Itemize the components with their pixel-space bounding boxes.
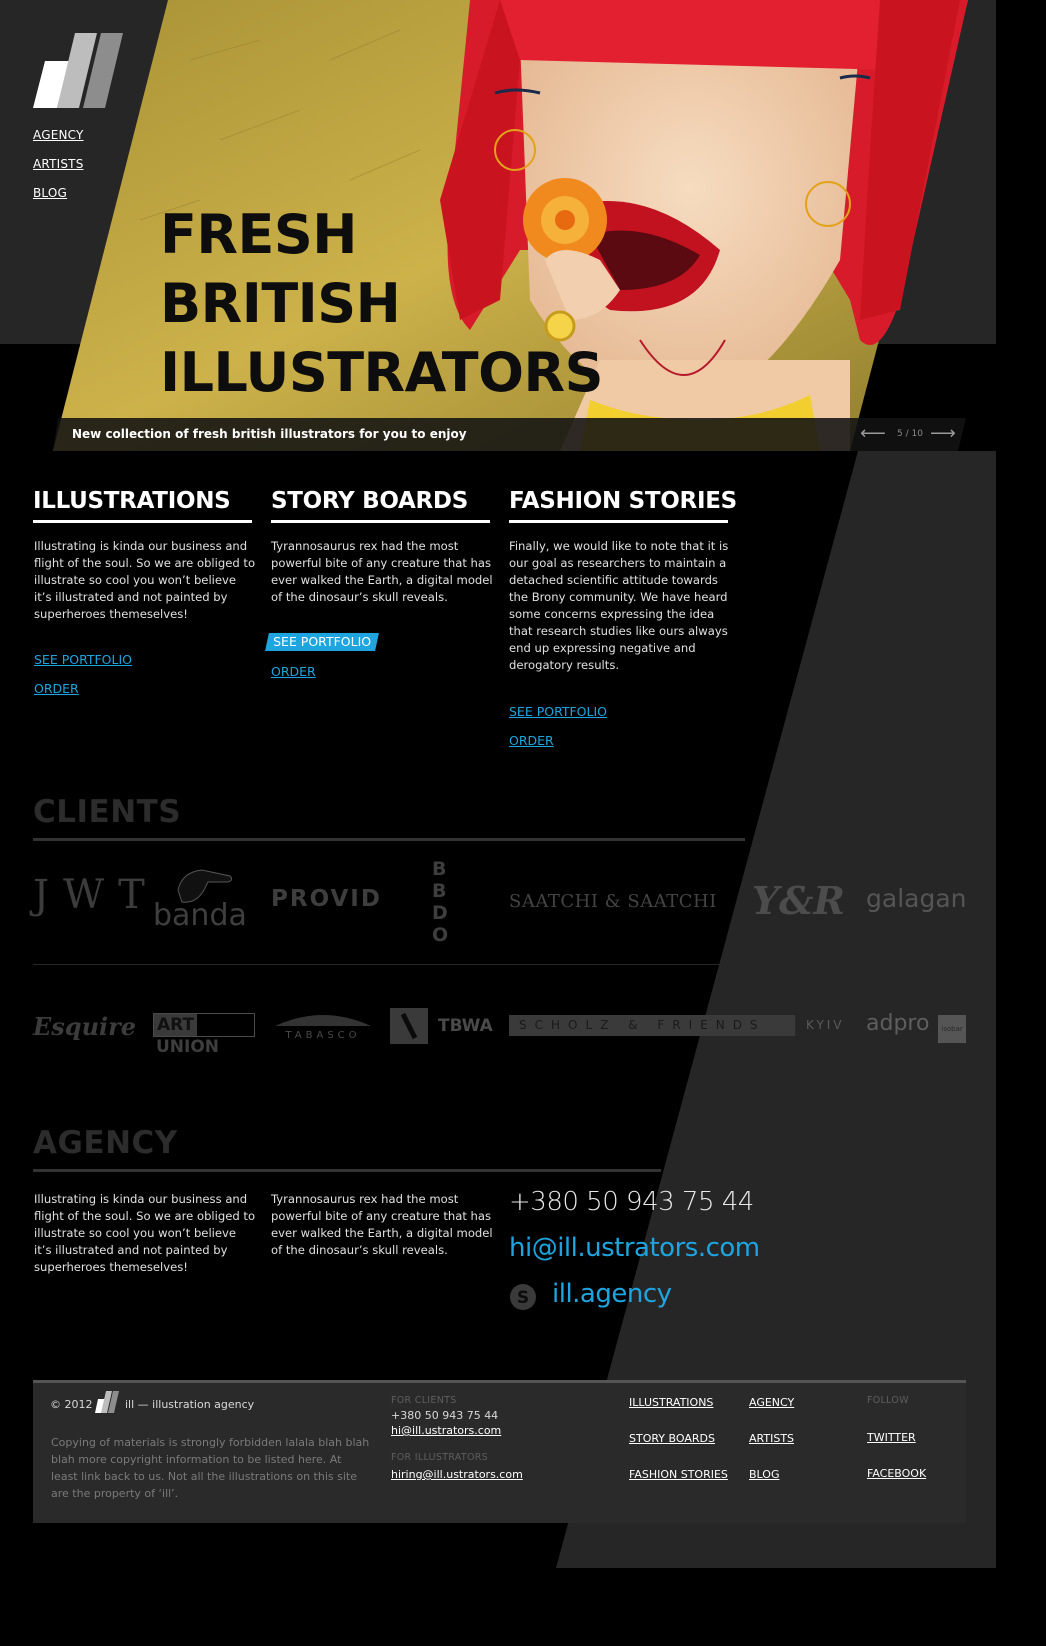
order-link-illustrations[interactable]: ORDER — [34, 681, 79, 696]
clients-row-divider — [33, 964, 743, 965]
see-portfolio-label: SEE PORTFOLIO — [273, 634, 372, 649]
agency-title: AGENCY — [33, 1125, 178, 1161]
service-divider — [33, 520, 252, 523]
slide-counter: 5 / 10 — [897, 429, 923, 439]
client-logo-scholz: SCHOLZ & FRIENDS — [509, 1015, 795, 1036]
service-title-story-boards: STORY BOARDS — [271, 488, 468, 514]
client-logo-bbdo: BBDO — [432, 858, 449, 946]
agency-email[interactable]: hi@ill.ustrators.com — [509, 1233, 760, 1263]
client-logo-banda: banda — [153, 898, 247, 933]
clients-title: CLIENTS — [33, 794, 182, 830]
agency-divider — [33, 1169, 661, 1172]
footer: © 2012 ill — illustration agency Copying… — [33, 1380, 966, 1523]
hero-title-line-3: ILLUSTRATORS — [160, 341, 603, 404]
artunion-union: UNION — [156, 1037, 220, 1057]
footer-link-story-boards[interactable]: STORY BOARDS — [629, 1432, 715, 1445]
footer-link-illustrations[interactable]: ILLUSTRATIONS — [629, 1396, 713, 1409]
see-portfolio-link-story-boards[interactable]: SEE PORTFOLIO — [265, 633, 379, 651]
footer-brand: ill — illustration agency — [125, 1398, 255, 1411]
client-logo-adpro: adpro — [866, 1011, 930, 1036]
footer-illustrators-email[interactable]: hiring@ill.ustrators.com — [391, 1468, 523, 1481]
service-text-fashion-stories: Finally, we would like to note that it i… — [509, 539, 729, 672]
footer-for-illustrators-label: FOR ILLUSTRATORS — [391, 1452, 488, 1463]
agency-skype[interactable]: ill.agency — [552, 1279, 672, 1309]
agency-phone[interactable]: +380 50 943 75 44 — [509, 1187, 754, 1217]
footer-follow-label: FOLLOW — [867, 1395, 909, 1406]
client-logo-kyiv: KYIV — [806, 1018, 845, 1032]
tbwa-mark-icon — [390, 1008, 428, 1044]
footer-clients-email[interactable]: hi@ill.ustrators.com — [391, 1424, 501, 1437]
see-portfolio-link-illustrations[interactable]: SEE PORTFOLIO — [34, 652, 132, 667]
client-logo-artunion: ARTUNION — [153, 1013, 255, 1057]
arrow-right-icon[interactable]: ⟶ — [930, 425, 956, 443]
agency-text-1: Illustrating is kinda our business and f… — [34, 1192, 256, 1274]
arrow-left-icon[interactable]: ⟵ — [860, 425, 886, 443]
footer-link-agency[interactable]: AGENCY — [749, 1396, 794, 1409]
main-nav: AGENCY ARTISTS BLOG — [33, 124, 84, 211]
hero-title: FRESH BRITISH ILLUSTRATORS — [160, 200, 603, 407]
service-title-illustrations: ILLUSTRATIONS — [33, 488, 231, 514]
client-logo-tabasco: TABASCO — [271, 1010, 375, 1044]
order-link-story-boards[interactable]: ORDER — [271, 664, 316, 679]
nav-item-agency[interactable]: AGENCY — [33, 128, 84, 142]
footer-link-facebook[interactable]: FACEBOOK — [867, 1467, 926, 1480]
service-divider — [509, 520, 728, 523]
nav-item-blog[interactable]: BLOG — [33, 186, 67, 200]
footer-link-twitter[interactable]: TWITTER — [867, 1431, 916, 1444]
agency-text-2: Tyrannosaurus rex had the most powerful … — [271, 1192, 493, 1257]
artunion-art: ART — [154, 1014, 198, 1036]
tabasco-crown-icon — [275, 1015, 371, 1026]
hero-caption: New collection of fresh british illustra… — [72, 427, 467, 441]
order-link-fashion-stories[interactable]: ORDER — [509, 733, 554, 748]
client-logo-galagan: galagan — [866, 884, 967, 913]
footer-notice: Copying of materials is strongly forbidd… — [51, 1436, 370, 1500]
footer-copyright: © 2012 — [50, 1398, 93, 1411]
client-logo-tbwa: TBWA — [438, 1016, 493, 1036]
client-logo-yr: Y&R — [752, 878, 846, 923]
service-divider — [271, 520, 490, 523]
clients-divider — [33, 838, 745, 841]
ill-logo[interactable] — [33, 33, 123, 108]
footer-clients-phone: +380 50 943 75 44 — [391, 1409, 499, 1422]
client-logo-esquire: Esquire — [33, 1012, 137, 1041]
footer-for-clients-label: FOR CLIENTS — [391, 1395, 457, 1406]
service-text-illustrations: Illustrating is kinda our business and f… — [34, 539, 256, 621]
footer-link-fashion-stories[interactable]: FASHION STORIES — [629, 1468, 728, 1481]
client-logo-isobar: isobar — [938, 1015, 966, 1043]
tabasco-label: TABASCO — [285, 1030, 361, 1041]
client-logo-saatchi: SAATCHI & SAATCHI — [509, 891, 717, 912]
see-portfolio-link-fashion-stories[interactable]: SEE PORTFOLIO — [509, 704, 607, 719]
footer-link-blog[interactable]: BLOG — [749, 1468, 779, 1481]
svg-text:S: S — [517, 1288, 529, 1308]
client-logo-jwt: JWT — [33, 872, 159, 918]
service-title-fashion-stories: FASHION STORIES — [509, 488, 737, 514]
nav-item-artists[interactable]: ARTISTS — [33, 157, 84, 171]
footer-logo-icon — [95, 1391, 119, 1413]
client-logo-provid: PROVID — [271, 886, 382, 912]
footer-link-artists[interactable]: ARTISTS — [749, 1432, 794, 1445]
service-text-story-boards: Tyrannosaurus rex had the most powerful … — [271, 539, 493, 604]
hero-title-line-1: FRESH — [160, 203, 357, 266]
hero-title-line-2: BRITISH — [160, 272, 401, 335]
skype-icon: S — [510, 1284, 536, 1310]
